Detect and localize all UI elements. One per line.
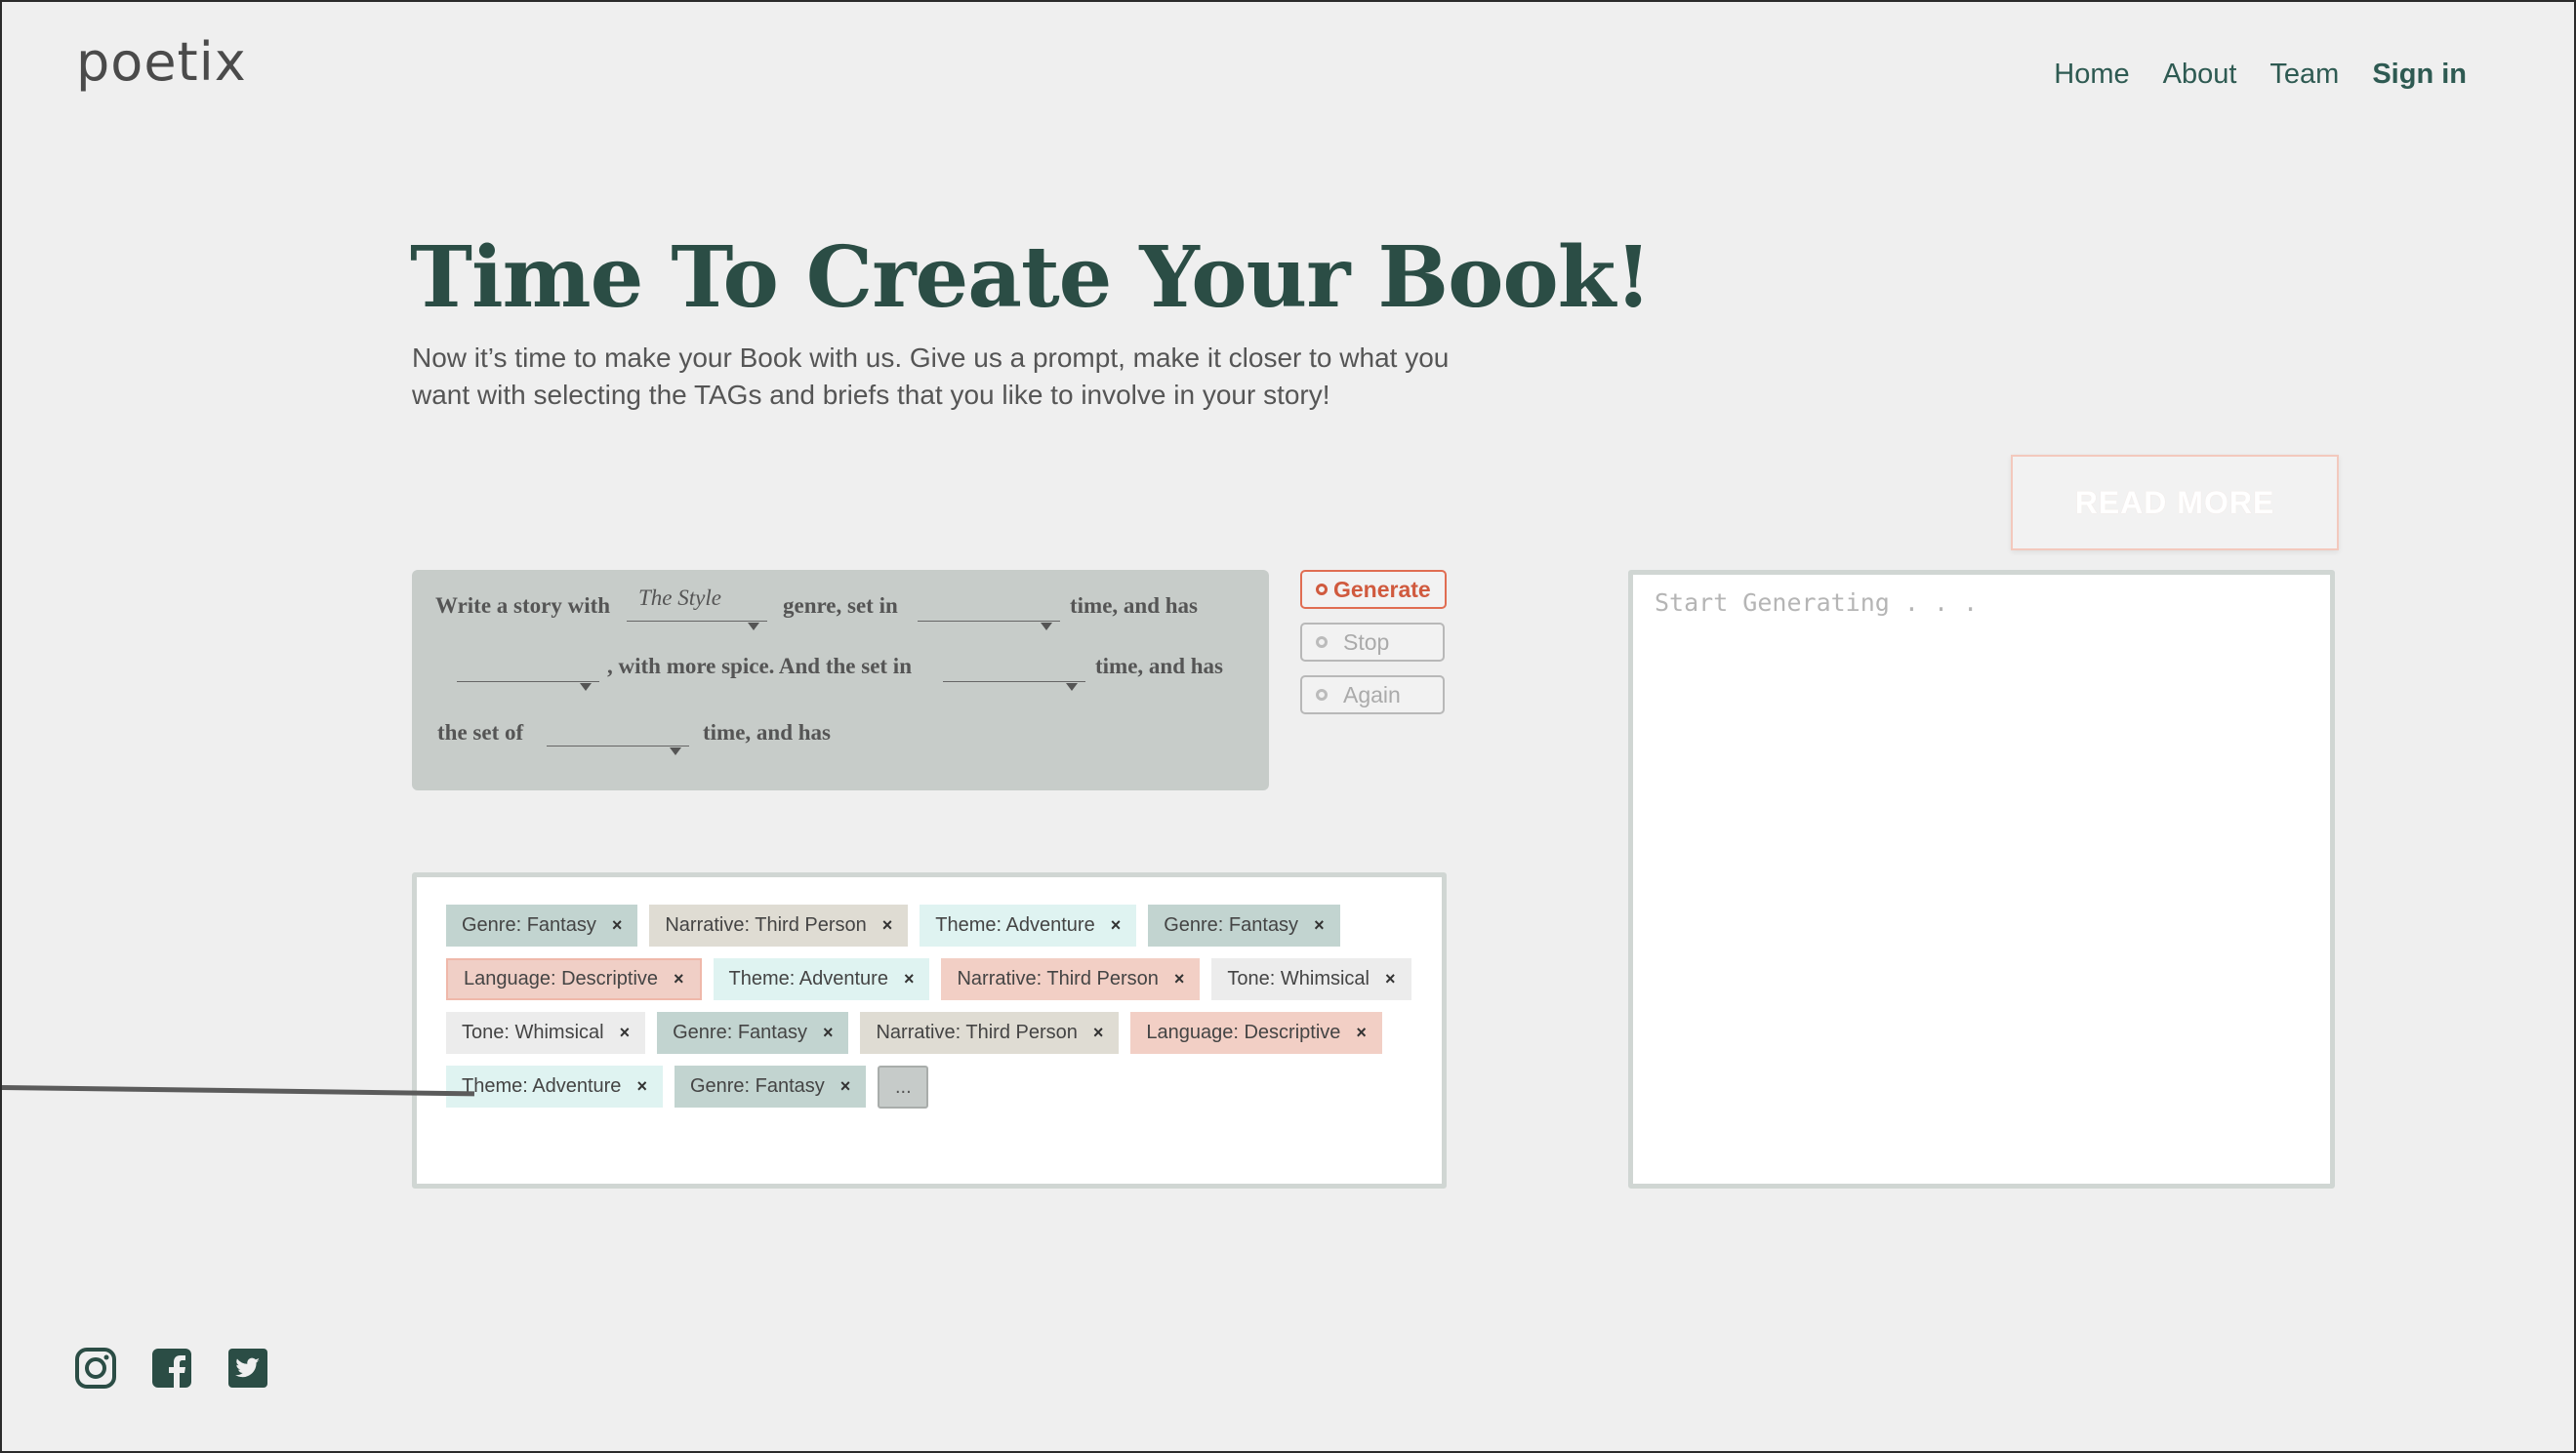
nav-home[interactable]: Home (2054, 59, 2129, 91)
tag-chip[interactable]: Tone: Whimsical × (1211, 958, 1411, 1000)
spice-dropdown[interactable] (457, 652, 599, 691)
close-icon[interactable]: × (1314, 915, 1325, 936)
prompt-text: time, and has (1070, 593, 1198, 618)
social-links (74, 1347, 269, 1390)
close-icon[interactable]: × (1385, 969, 1396, 989)
twitter-icon[interactable] (226, 1347, 269, 1390)
read-more-button[interactable]: READ MORE (2011, 455, 2339, 550)
generate-label: Generate (1333, 576, 1431, 602)
close-icon[interactable]: × (620, 1023, 631, 1043)
close-icon[interactable]: × (823, 1023, 834, 1043)
stop-button[interactable]: Stop (1300, 623, 1445, 662)
facebook-icon[interactable] (150, 1347, 193, 1390)
close-icon[interactable]: × (904, 969, 915, 989)
again-icon (1316, 689, 1328, 701)
tag-chip[interactable]: Genre: Fantasy × (446, 905, 638, 947)
prompt-text: time, and has (1095, 654, 1223, 678)
tag-chip[interactable]: Theme: Adventure × (920, 905, 1137, 947)
style-dropdown-value: The Style (638, 585, 721, 610)
close-icon[interactable]: × (840, 1076, 851, 1097)
close-icon[interactable]: × (1356, 1023, 1367, 1043)
chevron-down-icon (748, 623, 759, 630)
tag-label: Genre: Fantasy (1164, 914, 1299, 936)
setting-dropdown[interactable] (918, 591, 1060, 630)
top-nav: Home About Team Sign in (2054, 59, 2467, 91)
more-tags-button[interactable]: ... (878, 1066, 929, 1109)
close-icon[interactable]: × (612, 915, 623, 936)
set-of-dropdown[interactable] (547, 716, 689, 755)
nav-about[interactable]: About (2163, 59, 2237, 91)
tag-label: Theme: Adventure (462, 1075, 622, 1097)
tags-panel: Genre: Fantasy × Narrative: Third Person × T… (412, 872, 1447, 1189)
chevron-down-icon (580, 683, 592, 691)
stop-icon (1316, 636, 1328, 648)
page-title: Time To Create Your Book! (410, 228, 1652, 327)
tag-label: Genre: Fantasy (689, 1075, 825, 1097)
tag-chip[interactable]: Genre: Fantasy × (674, 1066, 867, 1108)
close-icon[interactable]: × (1111, 915, 1122, 936)
generate-button[interactable]: Generate (1300, 570, 1447, 609)
tag-label: Tone: Whimsical (462, 1022, 604, 1043)
tag-chip[interactable]: Genre: Fantasy × (1148, 905, 1340, 947)
prompt-text: genre, set in (783, 593, 898, 618)
tag-chip[interactable]: Theme: Adventure × (446, 1066, 663, 1108)
again-button[interactable]: Again (1300, 675, 1445, 714)
prompt-text: time, and has (703, 720, 831, 745)
close-icon[interactable]: × (1174, 969, 1185, 989)
annotation-line (1, 1085, 474, 1097)
tag-label: Genre: Fantasy (462, 914, 596, 936)
prompt-text: , with more spice. And the set in (607, 654, 912, 678)
chevron-down-icon (670, 747, 681, 755)
prompt-builder: Write a story with The Style genre, set … (412, 570, 1269, 790)
tag-chip[interactable]: Language: Descriptive × (1130, 1012, 1382, 1054)
tag-label: Narrative: Third Person (957, 968, 1159, 989)
tag-label: Language: Descriptive (464, 968, 659, 989)
tag-label: Theme: Adventure (728, 968, 888, 989)
output-panel (1628, 570, 2335, 1189)
tags-list: Genre: Fantasy × Narrative: Third Person × T… (446, 905, 1422, 1109)
tag-chip[interactable]: Language: Descriptive × (446, 958, 702, 1000)
close-icon[interactable]: × (882, 915, 893, 936)
logo[interactable]: poetix (76, 31, 247, 93)
page-subtitle: Now it’s time to make your Book with us.… (412, 343, 1450, 410)
prompt-text: the set of (437, 720, 524, 745)
chevron-down-icon (1066, 683, 1078, 691)
nav-team[interactable]: Team (2269, 59, 2339, 91)
prompt-text: Write a story with (435, 593, 611, 618)
close-icon[interactable]: × (674, 969, 684, 989)
tag-chip[interactable]: Theme: Adventure × (713, 958, 930, 1000)
tag-label: Language: Descriptive (1146, 1022, 1341, 1043)
close-icon[interactable]: × (636, 1076, 647, 1097)
tag-chip[interactable]: Tone: Whimsical × (446, 1012, 646, 1054)
nav-signin[interactable]: Sign in (2372, 59, 2467, 91)
tag-label: Theme: Adventure (935, 914, 1095, 936)
tag-chip[interactable]: Narrative: Third Person × (649, 905, 909, 947)
close-icon[interactable]: × (1093, 1023, 1104, 1043)
chevron-down-icon (1041, 623, 1052, 630)
tag-chip[interactable]: Genre: Fantasy × (657, 1012, 849, 1054)
again-label: Again (1343, 681, 1401, 707)
style-dropdown[interactable]: The Style (627, 585, 767, 630)
tag-label: Narrative: Third Person (876, 1022, 1078, 1043)
tag-label: Genre: Fantasy (673, 1022, 807, 1043)
tag-chip[interactable]: Narrative: Third Person × (860, 1012, 1120, 1054)
stop-label: Stop (1343, 628, 1390, 655)
tag-label: Narrative: Third Person (665, 914, 867, 936)
set-dropdown[interactable] (943, 652, 1085, 691)
tag-chip[interactable]: Narrative: Third Person × (941, 958, 1201, 1000)
instagram-icon[interactable] (74, 1347, 117, 1390)
tag-label: Tone: Whimsical (1227, 968, 1370, 989)
output-textarea[interactable] (1633, 575, 2330, 1184)
record-icon (1316, 584, 1328, 595)
